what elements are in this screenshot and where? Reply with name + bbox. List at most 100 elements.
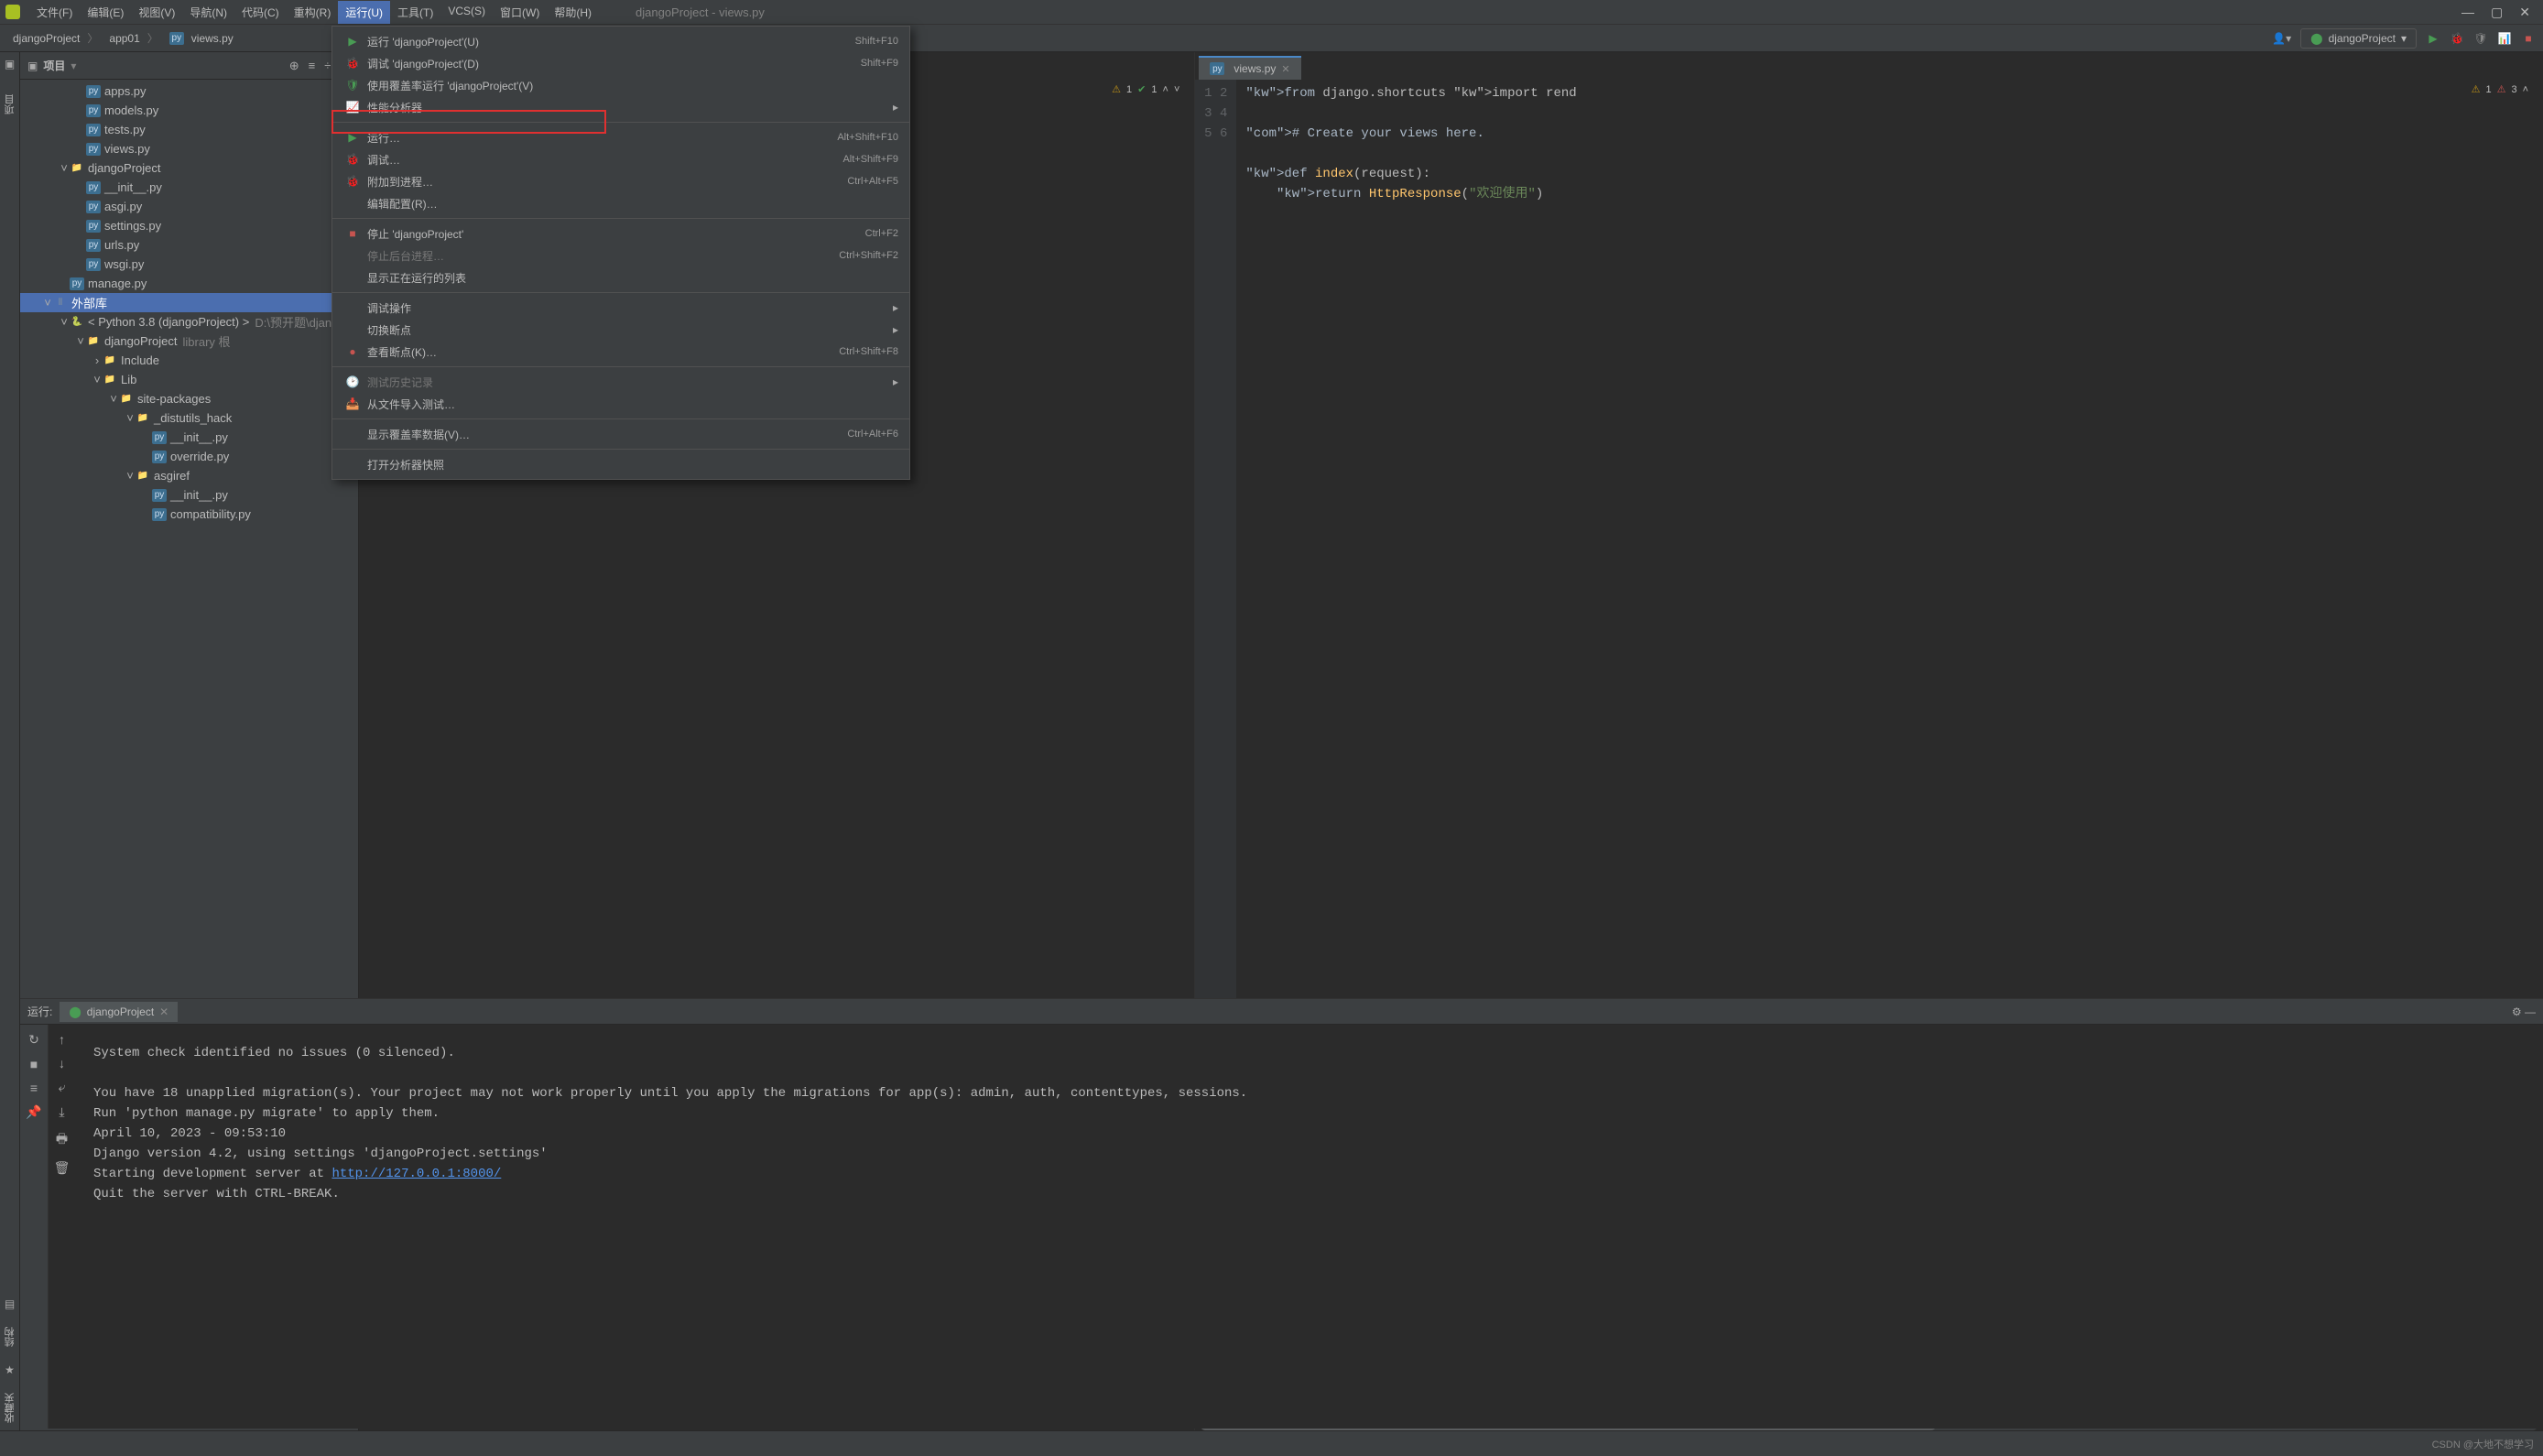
hide-icon[interactable]: ▣	[5, 58, 15, 71]
tree-item-apps.py[interactable]: pyapps.py	[20, 81, 358, 101]
server-url-link[interactable]: http://127.0.0.1:8000/	[331, 1167, 501, 1181]
python-icon: 🐍	[70, 316, 84, 329]
debug-icon[interactable]: 🐞	[2450, 31, 2464, 46]
py-icon: py	[86, 220, 101, 233]
tree-item-__init__.py[interactable]: py__init__.py	[20, 428, 358, 447]
print-icon[interactable]: 🖶	[56, 1129, 68, 1151]
layout-icon[interactable]: ≡	[30, 1081, 38, 1095]
menu-item-从文件导入测试…[interactable]: 📥从文件导入测试…	[332, 393, 909, 415]
profiler-icon[interactable]: 📊	[2497, 31, 2512, 46]
dropdown-icon: ▾	[2401, 32, 2407, 45]
menu-帮助(H)[interactable]: 帮助(H)	[547, 1, 599, 24]
menu-item-显示覆盖率数据(V)…[interactable]: 显示覆盖率数据(V)…Ctrl+Alt+F6	[332, 423, 909, 445]
user-icon[interactable]: 👤▾	[2272, 32, 2291, 45]
menu-VCS(S)[interactable]: VCS(S)	[440, 1, 493, 24]
menu-item-运行 'djangoProject'(U)[interactable]: ▶运行 'djangoProject'(U)Shift+F10	[332, 30, 909, 52]
editor-inspection-left[interactable]: ⚠1 ✔1 ˄˅	[1112, 83, 1179, 95]
tree-item-asgi.py[interactable]: pyasgi.py	[20, 197, 358, 216]
tree-item-compatibility.py[interactable]: pycompatibility.py	[20, 505, 358, 524]
stop-run-icon[interactable]: ■	[30, 1057, 38, 1071]
scroll-icon[interactable]: ⤓	[59, 1104, 64, 1120]
tree-item-__init__.py[interactable]: py__init__.py	[20, 178, 358, 197]
menu-item-性能分析器[interactable]: 📈性能分析器▸	[332, 96, 909, 118]
menu-item-调试…[interactable]: 🐞调试…Alt+Shift+F9	[332, 148, 909, 170]
project-tool-label[interactable]: 项目	[1, 89, 19, 120]
editor-inspection-right[interactable]: ⚠1 ⚠3 ˄	[2472, 83, 2528, 95]
menu-item-显示正在运行的列表[interactable]: 显示正在运行的列表	[332, 266, 909, 288]
menu-重构(R)[interactable]: 重构(R)	[287, 1, 339, 24]
menu-文件(F)[interactable]: 文件(F)	[29, 1, 80, 24]
tree-item-models.py[interactable]: pymodels.py	[20, 101, 358, 120]
tree-item-wsgi.py[interactable]: pywsgi.py	[20, 255, 358, 274]
console-output[interactable]: System check identified no issues (0 sil…	[75, 1025, 2543, 1429]
softwrap-icon[interactable]: ⤶	[59, 1080, 66, 1095]
menu-item-icon: ▶	[343, 35, 362, 48]
tree-item-Lib[interactable]: ˅📁Lib	[20, 370, 358, 389]
collapse-icon[interactable]: ≡	[309, 59, 316, 73]
rerun-icon[interactable]: ↻	[28, 1032, 39, 1048]
menu-item-调试 'djangoProject'(D)[interactable]: 🐞调试 'djangoProject'(D)Shift+F9	[332, 52, 909, 74]
tree-item-外部库[interactable]: ˅⫴外部库	[20, 293, 358, 312]
tree-item-_distutils_hack[interactable]: ˅📁_distutils_hack	[20, 408, 358, 428]
expand-icon[interactable]: ÷	[324, 59, 331, 73]
tree-item-views.py[interactable]: pyviews.py	[20, 139, 358, 158]
breadcrumb-1[interactable]: djangoProject	[7, 28, 103, 48]
menu-运行(U)[interactable]: 运行(U)	[338, 1, 390, 24]
menu-item-打开分析器快照[interactable]: 打开分析器快照	[332, 453, 909, 475]
clear-icon[interactable]: 🗑	[54, 1160, 71, 1176]
menu-item-使用覆盖率运行 'djangoProject'(V)[interactable]: 🛡使用覆盖率运行 'djangoProject'(V)	[332, 74, 909, 96]
close-icon[interactable]: ✕	[2519, 5, 2530, 20]
tree-item-tests.py[interactable]: pytests.py	[20, 120, 358, 139]
menu-item-切换断点[interactable]: 切换断点▸	[332, 319, 909, 341]
tree-item-djangoProject[interactable]: ˅📁djangoProject	[20, 158, 358, 178]
project-view-selector[interactable]: ▾	[71, 60, 76, 72]
tree-item-site-packages[interactable]: ˅📁site-packages	[20, 389, 358, 408]
menu-item-附加到进程…[interactable]: 🐞附加到进程…Ctrl+Alt+F5	[332, 170, 909, 192]
favorites-tool-label[interactable]: 收藏夹	[3, 1393, 17, 1423]
menu-工具(T)[interactable]: 工具(T)	[390, 1, 440, 24]
menu-item-停止 'djangoProject'[interactable]: ■停止 'djangoProject'Ctrl+F2	[332, 223, 909, 244]
favorites-icon[interactable]: ★	[5, 1364, 15, 1376]
run-settings-icon[interactable]: ⚙ —	[2512, 1005, 2536, 1018]
tree-item-manage.py[interactable]: pymanage.py	[20, 274, 358, 293]
tree-item-asgiref[interactable]: ˅📁asgiref	[20, 466, 358, 485]
up-icon[interactable]: ↑	[59, 1032, 65, 1047]
menu-视图(V)[interactable]: 视图(V)	[131, 1, 182, 24]
menu-窗口(W)[interactable]: 窗口(W)	[493, 1, 547, 24]
menu-导航(N)[interactable]: 导航(N)	[182, 1, 234, 24]
tree-item-settings.py[interactable]: pysettings.py	[20, 216, 358, 235]
menu-代码(C)[interactable]: 代码(C)	[234, 1, 287, 24]
tree-item-override.py[interactable]: pyoverride.py	[20, 447, 358, 466]
run-tab-django[interactable]: ⬤ djangoProject ✕	[60, 1002, 178, 1022]
menu-item-查看断点(K)…[interactable]: ●查看断点(K)…Ctrl+Shift+F8	[332, 341, 909, 363]
tree-item-__init__.py[interactable]: py__init__.py	[20, 485, 358, 505]
django-run-icon: ⬤	[69, 1005, 81, 1018]
tree-item-< Python 3.8 (djangoProject) >[interactable]: ˅🐍< Python 3.8 (djangoProject) >D:\预开题\d…	[20, 312, 358, 331]
structure-icon[interactable]: ▤	[5, 1298, 15, 1310]
menu-item-编辑配置(R)…[interactable]: 编辑配置(R)…	[332, 192, 909, 214]
tab-close-icon[interactable]: ✕	[159, 1005, 168, 1018]
maximize-icon[interactable]: ▢	[2491, 5, 2503, 20]
editor-tab-views[interactable]: py views.py ✕	[1199, 56, 1300, 80]
dir-icon: 📁	[103, 354, 117, 367]
run-icon[interactable]: ▶	[2426, 31, 2440, 46]
breadcrumb-2[interactable]: app01	[103, 28, 163, 48]
run-config-selector[interactable]: ⬤ djangoProject ▾	[2300, 28, 2417, 49]
menu-item-运行…[interactable]: ▶运行…Alt+Shift+F10	[332, 126, 909, 148]
minimize-icon[interactable]: —	[2461, 5, 2474, 20]
menu-编辑(E)[interactable]: 编辑(E)	[80, 1, 131, 24]
stop-icon[interactable]: ■	[2521, 31, 2536, 46]
tree-item-urls.py[interactable]: pyurls.py	[20, 235, 358, 255]
down-icon[interactable]: ↓	[59, 1056, 65, 1070]
tree-item-Include[interactable]: ›📁Include	[20, 351, 358, 370]
tab-close-icon[interactable]: ✕	[1281, 63, 1289, 75]
locate-icon[interactable]: ⊕	[289, 59, 299, 73]
pin-icon[interactable]: 📌	[26, 1104, 41, 1120]
tree-item-djangoProject[interactable]: ˅📁djangoProjectlibrary 根	[20, 331, 358, 351]
menu-item-调试操作[interactable]: 调试操作▸	[332, 297, 909, 319]
dir-icon: 📁	[86, 335, 101, 348]
coverage-icon[interactable]: 🛡	[2473, 31, 2488, 46]
menu-item-icon: 🕑	[343, 375, 362, 388]
breadcrumb-3[interactable]: pyviews.py	[164, 30, 246, 47]
structure-tool-label[interactable]: 结构	[3, 1327, 17, 1347]
